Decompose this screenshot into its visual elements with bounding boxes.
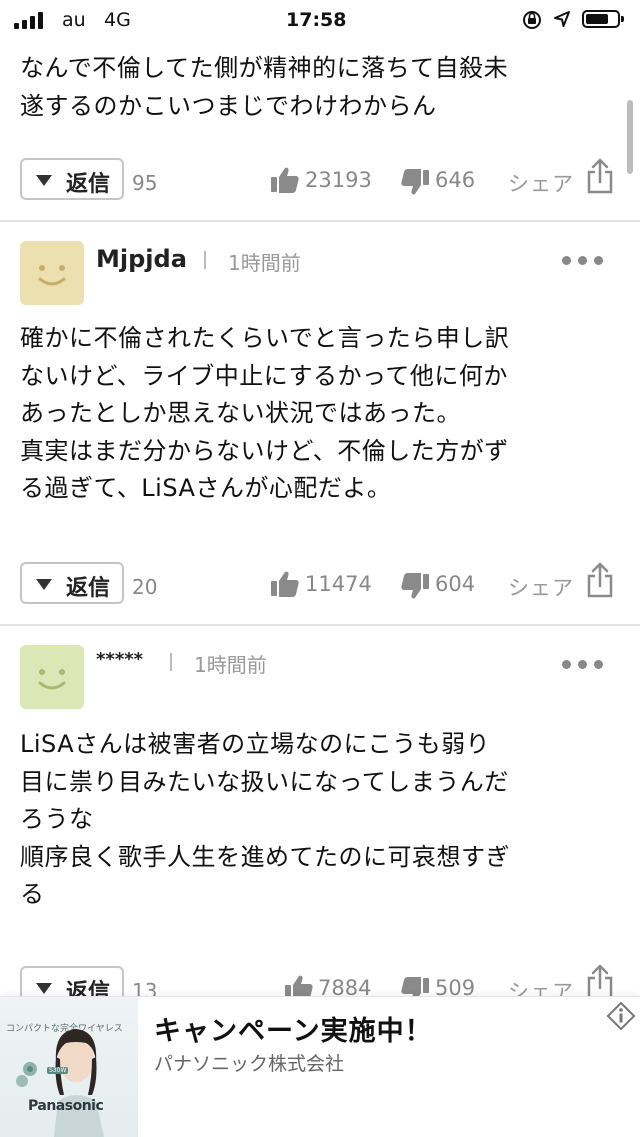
timestamp: 1時間前 — [228, 251, 301, 275]
dislike-count: 646 — [435, 168, 476, 192]
info-icon[interactable] — [606, 1001, 636, 1035]
share-icon[interactable] — [586, 562, 614, 598]
clock: 17:58 — [286, 9, 347, 31]
reply-count: 95 — [132, 171, 158, 195]
share-label: シェア — [508, 576, 574, 600]
share-label: シェア — [508, 172, 574, 196]
ad-image[interactable]: コンパクトな完全ワイヤレス S30W Panasonic — [0, 997, 138, 1137]
thumbs-down-icon[interactable] — [400, 168, 430, 196]
like-count: 23193 — [305, 168, 372, 192]
avatar[interactable] — [20, 241, 84, 305]
ad-sponsor: パナソニック株式会社 — [154, 1053, 345, 1075]
caret-down-icon — [36, 579, 52, 590]
ad-model-illustration — [16, 1029, 104, 1137]
carrier-label: au — [62, 9, 86, 31]
thumbs-up-icon[interactable] — [270, 570, 300, 598]
location-arrow-icon — [553, 10, 571, 28]
comment-body: LiSAさんは被害者の立場なのにこうも弱り 目に祟り目みたいな扱いになってしまう… — [20, 730, 510, 908]
network-type-label: 4G — [104, 9, 131, 31]
orientation-lock-icon — [521, 10, 543, 30]
thumbs-down-icon[interactable] — [400, 572, 430, 600]
like-count: 11474 — [305, 572, 372, 596]
more-dots-icon[interactable] — [562, 256, 603, 266]
ad-banner[interactable]: コンパクトな完全ワイヤレス S30W Panasonic キャンペーン実施中！ … — [0, 996, 640, 1137]
signal-strength-icon — [14, 11, 50, 29]
comment-body: 確かに不倫されたくらいでと言ったら申し訳 ないけど、ライブ中止にするかって他に何… — [20, 324, 510, 502]
reply-count: 20 — [132, 575, 158, 599]
battery-icon — [582, 10, 624, 28]
caret-down-icon — [36, 983, 52, 994]
comment-body: なんで不倫してた側が精神的に落ちて自殺未 遂するのかこいつまじでわけわからん — [20, 54, 509, 120]
avatar[interactable] — [20, 645, 84, 709]
more-dots-icon[interactable] — [562, 660, 603, 670]
reply-button[interactable]: 返信 — [20, 158, 124, 200]
reply-button[interactable]: 返信 — [20, 562, 124, 604]
share-icon[interactable] — [586, 964, 614, 1000]
meta-separator — [204, 251, 206, 269]
thumbs-up-icon[interactable] — [270, 166, 300, 194]
comment-divider — [0, 624, 640, 626]
reply-label: 返信 — [66, 172, 111, 197]
share-icon[interactable] — [586, 158, 614, 194]
dislike-count: 604 — [435, 572, 476, 596]
username[interactable]: Mjpjda — [96, 245, 187, 273]
scrollbar[interactable] — [627, 100, 633, 174]
ad-image-tag: S30W — [47, 1067, 69, 1074]
ad-title[interactable]: キャンペーン実施中！ — [154, 1009, 433, 1048]
reply-label: 返信 — [66, 576, 111, 601]
caret-down-icon — [36, 175, 52, 186]
meta-separator — [170, 653, 172, 671]
username[interactable]: ***** — [96, 649, 143, 670]
comment-divider — [0, 220, 640, 222]
status-bar: au 4G 17:58 — [0, 0, 640, 40]
ad-image-brand: Panasonic — [28, 1098, 104, 1114]
timestamp: 1時間前 — [194, 653, 267, 677]
